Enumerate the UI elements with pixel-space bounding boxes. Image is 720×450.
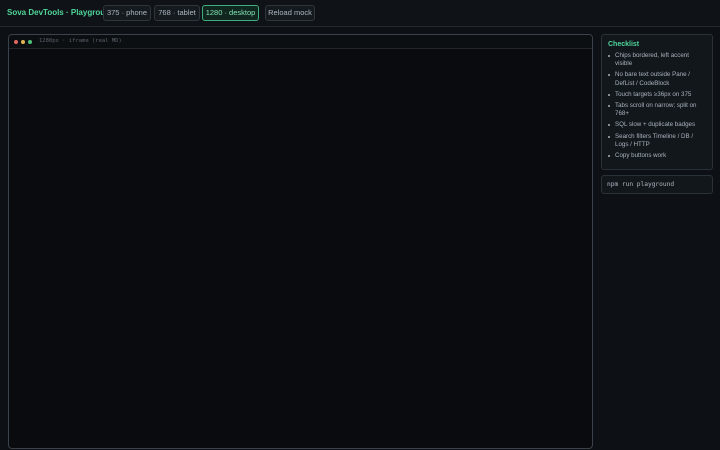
bullet-icon xyxy=(608,105,610,108)
preview-frame-bar: 1280px · iframe (real MD) xyxy=(9,35,592,49)
bullet-icon xyxy=(608,135,610,138)
viewport-button-tablet[interactable]: 768 · tablet xyxy=(154,5,200,21)
checklist-item: Touch targets ≥36px on 375 xyxy=(608,91,706,99)
window-dot-red-icon xyxy=(14,40,18,44)
top-bar: Sova DevTools · Playground 375 · phone 7… xyxy=(0,0,720,27)
window-dot-green-icon xyxy=(28,40,32,44)
checklist-item: Tabs scroll on narrow; split on 768+ xyxy=(608,102,706,118)
checklist-title: Checklist xyxy=(608,41,640,48)
viewport-button-phone[interactable]: 375 · phone xyxy=(103,5,151,21)
window-dot-yellow-icon xyxy=(21,40,25,44)
bullet-icon xyxy=(608,55,610,57)
bullet-icon xyxy=(608,124,610,127)
command-block[interactable]: npm run playground xyxy=(601,175,713,194)
preview-frame[interactable]: 1280px · iframe (real MD) xyxy=(8,34,593,449)
reload-mock-button[interactable]: Reload mock xyxy=(265,5,315,21)
bullet-icon xyxy=(608,74,610,77)
checklist-item: SQL slow + duplicate badges xyxy=(608,121,706,129)
bullet-icon xyxy=(608,93,610,96)
preview-frame-label: 1280px · iframe (real MD) xyxy=(39,38,122,44)
app-title: Sova DevTools · Playground xyxy=(7,8,115,17)
checklist-item: No bare text outside Pane / DefList / Co… xyxy=(608,71,706,87)
checklist-panel: Checklist Chips bordered, left accent vi… xyxy=(601,34,713,170)
checklist-item: Copy buttons work xyxy=(608,152,706,160)
checklist-item: Search filters Timeline / DB / Logs / HT… xyxy=(608,133,706,149)
checklist-item: Chips bordered, left accent visible xyxy=(608,52,706,68)
viewport-button-desktop[interactable]: 1280 · desktop xyxy=(202,5,259,21)
bullet-icon xyxy=(608,155,610,158)
